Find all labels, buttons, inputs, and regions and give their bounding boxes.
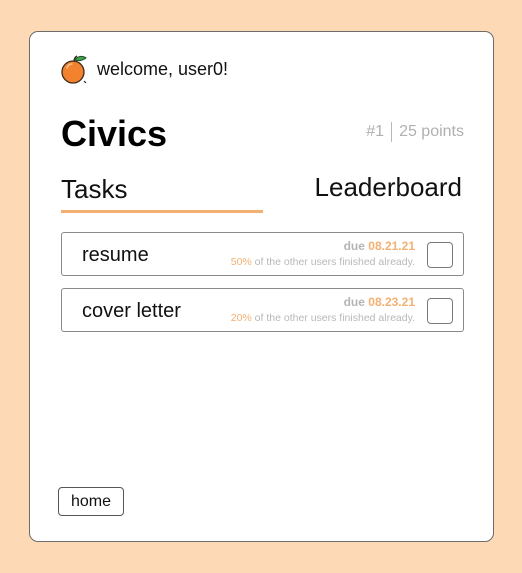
due-date: 08.23.21 [368, 295, 415, 309]
completion-text: 20% of the other users finished already. [231, 311, 415, 325]
task-item-resume: resume due 08.21.21 50% of the other use… [61, 232, 464, 276]
orange-fruit-icon [61, 55, 87, 84]
main-card: welcome, user0! Civics #1 25 points Task… [29, 31, 494, 542]
welcome-text: welcome, user0! [97, 58, 229, 79]
completion-percent: 50% [230, 256, 252, 268]
due-prefix: due [343, 239, 365, 253]
completion-suffix: of the other users finished already. [254, 256, 415, 268]
home-button[interactable]: home [58, 487, 124, 516]
course-title: Civics [61, 113, 168, 154]
tab-tasks[interactable]: Tasks [61, 173, 127, 205]
task-name: resume [82, 244, 149, 266]
task-meta: due 08.23.21 20% of the other users fini… [231, 295, 415, 325]
active-tab-indicator [61, 210, 263, 213]
due-line: due 08.21.21 [231, 239, 415, 254]
tab-leaderboard[interactable]: Leaderboard [315, 171, 462, 203]
task-item-cover-letter: cover letter due 08.23.21 20% of the oth… [61, 288, 464, 332]
task-meta: due 08.21.21 50% of the other users fini… [231, 239, 415, 269]
welcome-header: welcome, user0! [60, 54, 228, 84]
completion-suffix: of the other users finished already. [254, 312, 415, 324]
rank-divider [391, 122, 393, 142]
rank-points: #1 25 points [366, 122, 464, 142]
due-prefix: due [343, 295, 365, 309]
completion-percent: 20% [230, 312, 252, 324]
task-checkbox[interactable] [427, 242, 453, 268]
rank-value: #1 [366, 123, 385, 140]
due-date: 08.21.21 [368, 239, 415, 253]
completion-text: 50% of the other users finished already. [231, 255, 415, 269]
due-line: due 08.23.21 [231, 295, 415, 310]
points-value: 25 points [399, 123, 464, 140]
task-checkbox[interactable] [427, 298, 453, 324]
task-name: cover letter [82, 300, 181, 322]
